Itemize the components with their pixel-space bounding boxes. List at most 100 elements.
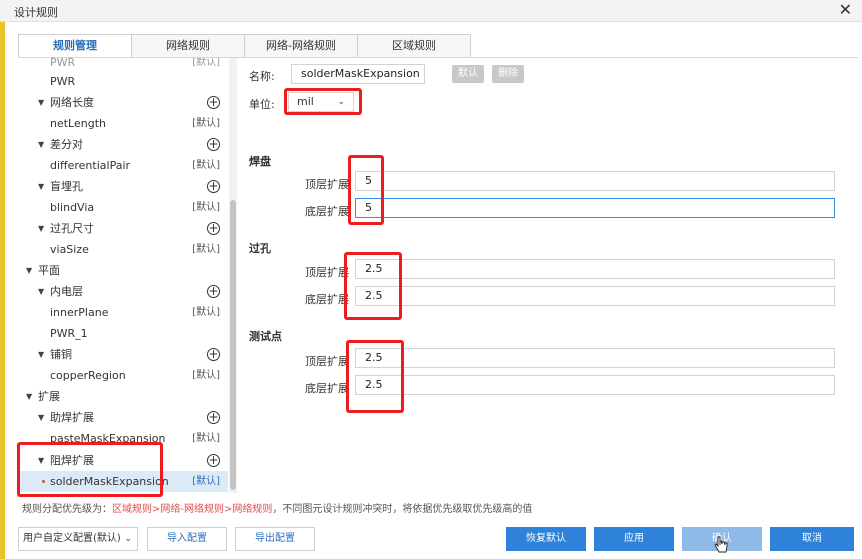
tree-group-label: 过孔尺寸 bbox=[50, 222, 94, 235]
tree-group-label: 盲埋孔 bbox=[50, 180, 83, 193]
via-section-title: 过孔 bbox=[249, 242, 271, 255]
via-top-expansion-input[interactable]: 2.5 bbox=[355, 259, 835, 279]
default-tag: [默认] bbox=[192, 370, 220, 381]
config-select[interactable]: 用户自定义配置(默认) ⌄ bbox=[18, 527, 138, 551]
tree-item-viasize[interactable]: viaSize [默认] bbox=[18, 239, 228, 260]
close-icon[interactable]: ✕ bbox=[839, 1, 852, 19]
default-tag: [默认] bbox=[192, 202, 220, 213]
collapse-triangle-icon[interactable]: ▼ bbox=[38, 344, 44, 365]
add-rule-icon[interactable]: + bbox=[207, 96, 220, 109]
tab-net-net-rules[interactable]: 网络-网络规则 bbox=[244, 34, 358, 58]
tree-scrollbar[interactable] bbox=[229, 58, 237, 493]
tree-item-soldermaskexpansion[interactable]: solderMaskExpansion [默认] bbox=[18, 471, 228, 492]
tree-group-plane[interactable]: ▼ 平面 bbox=[18, 260, 228, 281]
tree-group-diff-pair[interactable]: ▼ 差分对 + bbox=[18, 134, 228, 155]
tree-group-label: 铺铜 bbox=[50, 348, 72, 361]
tree-item-copperregion[interactable]: copperRegion [默认] bbox=[18, 365, 228, 386]
priority-note: 规则分配优先级为：区域规则>网络-网络规则>网络规则，不同图元设计规则冲突时，将… bbox=[22, 500, 532, 515]
add-rule-icon[interactable]: + bbox=[207, 138, 220, 151]
tree-item-label: differentialPair bbox=[50, 159, 131, 172]
tree-item-blindvia[interactable]: blindVia [默认] bbox=[18, 197, 228, 218]
unit-label: 单位: bbox=[249, 98, 275, 111]
tree-item-label: PWR_1 bbox=[50, 327, 88, 340]
tree-item-pwr[interactable]: PWR bbox=[18, 71, 228, 92]
tree-group-label: 内电层 bbox=[50, 285, 83, 298]
testpoint-bottom-label: 底层扩展 bbox=[305, 382, 349, 395]
add-rule-icon[interactable]: + bbox=[207, 180, 220, 193]
collapse-triangle-icon[interactable]: ▼ bbox=[38, 450, 44, 471]
modified-dot-icon bbox=[42, 480, 45, 483]
rule-tree: PWR [默认] PWR ▼ 网络长度 + netLength [默认] ▼ 差… bbox=[18, 58, 228, 493]
name-label: 名称: bbox=[249, 70, 275, 83]
tree-item-innerplane[interactable]: innerPlane [默认] bbox=[18, 302, 228, 323]
default-tag: [默认] bbox=[192, 476, 220, 487]
rule-editor: 名称: solderMaskExpansion 默认 删除 单位: mil ⌄ … bbox=[237, 58, 857, 493]
testpoint-top-expansion-input[interactable]: 2.5 bbox=[355, 348, 835, 368]
tree-group-label: 阻焊扩展 bbox=[50, 454, 94, 467]
tree-item-label: netLength bbox=[50, 117, 106, 130]
collapse-triangle-icon[interactable]: ▼ bbox=[38, 407, 44, 428]
collapse-triangle-icon[interactable]: ▼ bbox=[38, 134, 44, 155]
tree-item-label: solderMaskExpansion bbox=[50, 475, 169, 488]
collapse-triangle-icon[interactable]: ▼ bbox=[38, 92, 44, 113]
add-rule-icon[interactable]: + bbox=[207, 411, 220, 424]
add-rule-icon[interactable]: + bbox=[207, 454, 220, 467]
collapse-triangle-icon[interactable]: ▼ bbox=[38, 218, 44, 239]
add-rule-icon[interactable]: + bbox=[207, 348, 220, 361]
collapse-triangle-icon[interactable]: ▼ bbox=[26, 260, 32, 281]
collapse-triangle-icon[interactable]: ▼ bbox=[38, 281, 44, 302]
delete-button[interactable]: 删除 bbox=[492, 65, 524, 83]
import-config-button[interactable]: 导入配置 bbox=[147, 527, 227, 551]
tab-region-rules[interactable]: 区域规则 bbox=[357, 34, 471, 58]
add-rule-icon[interactable]: + bbox=[207, 222, 220, 235]
default-tag: [默认] bbox=[192, 307, 220, 318]
apply-button[interactable]: 应用 bbox=[594, 527, 674, 551]
tree-group-solder-mask[interactable]: ▼ 阻焊扩展 + bbox=[18, 450, 228, 471]
window-title: 设计规则 bbox=[14, 6, 58, 19]
tree-group-label: 助焊扩展 bbox=[50, 411, 94, 424]
tree-group-via-size[interactable]: ▼ 过孔尺寸 + bbox=[18, 218, 228, 239]
tree-item-pastemaskexpansion[interactable]: pasteMaskExpansion [默认] bbox=[18, 428, 228, 449]
unit-select[interactable]: mil ⌄ bbox=[288, 92, 354, 112]
set-default-button[interactable]: 默认 bbox=[452, 65, 484, 83]
tree-group-copper[interactable]: ▼ 铺铜 + bbox=[18, 344, 228, 365]
tree-group-net-length[interactable]: ▼ 网络长度 + bbox=[18, 92, 228, 113]
tree-item-label: pasteMaskExpansion bbox=[50, 432, 166, 445]
default-tag: [默认] bbox=[192, 118, 220, 129]
tree-group-paste-mask[interactable]: ▼ 助焊扩展 + bbox=[18, 407, 228, 428]
tree-group-blind-via[interactable]: ▼ 盲埋孔 + bbox=[18, 176, 228, 197]
testpoint-bottom-expansion-input[interactable]: 2.5 bbox=[355, 375, 835, 395]
pad-top-label: 顶层扩展 bbox=[305, 178, 349, 191]
tab-rule-management[interactable]: 规则管理 bbox=[18, 34, 132, 58]
tab-net-rules[interactable]: 网络规则 bbox=[131, 34, 245, 58]
tree-item-label: PWR bbox=[50, 75, 76, 88]
unit-select-value: mil bbox=[297, 95, 314, 108]
titlebar: 设计规则 ✕ bbox=[0, 0, 862, 22]
pad-bottom-label: 底层扩展 bbox=[305, 205, 349, 218]
tree-group-label: 平面 bbox=[38, 264, 60, 277]
restore-default-button[interactable]: 恢复默认 bbox=[506, 527, 586, 551]
scrollbar-thumb[interactable] bbox=[230, 200, 236, 490]
default-tag: [默认] bbox=[192, 433, 220, 444]
testpoint-top-label: 顶层扩展 bbox=[305, 355, 349, 368]
tree-item-differentialpair[interactable]: differentialPair [默认] bbox=[18, 155, 228, 176]
cancel-button[interactable]: 取消 bbox=[770, 527, 854, 551]
tree-item-pwr1[interactable]: PWR_1 bbox=[18, 323, 228, 344]
priority-order: 区域规则>网络-网络规则>网络规则 bbox=[112, 504, 273, 515]
export-config-button[interactable]: 导出配置 bbox=[235, 527, 315, 551]
tree-group-label: 网络长度 bbox=[50, 96, 94, 109]
add-rule-icon[interactable]: + bbox=[207, 285, 220, 298]
collapse-triangle-icon[interactable]: ▼ bbox=[26, 386, 32, 407]
tree-group-inner-layer[interactable]: ▼ 内电层 + bbox=[18, 281, 228, 302]
pad-bottom-expansion-input[interactable]: 5 bbox=[355, 198, 835, 218]
rule-name-input[interactable]: solderMaskExpansion bbox=[291, 64, 425, 84]
collapse-triangle-icon[interactable]: ▼ bbox=[38, 176, 44, 197]
tree-group-expansion[interactable]: ▼ 扩展 bbox=[18, 386, 228, 407]
via-bottom-expansion-input[interactable]: 2.5 bbox=[355, 286, 835, 306]
hand-cursor-icon bbox=[714, 536, 728, 553]
window-edge-strip bbox=[0, 0, 5, 559]
pad-section-title: 焊盘 bbox=[249, 155, 271, 168]
tree-group-label: 差分对 bbox=[50, 138, 83, 151]
pad-top-expansion-input[interactable]: 5 bbox=[355, 171, 835, 191]
tree-item-netlength[interactable]: netLength [默认] bbox=[18, 113, 228, 134]
